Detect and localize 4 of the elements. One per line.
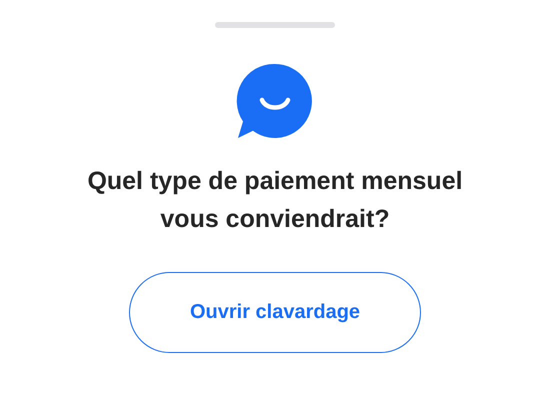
chat-bubble-icon — [236, 62, 314, 140]
question-heading: Quel type de paiement mensuel vous conviendrait? — [86, 166, 464, 235]
drag-handle[interactable] — [215, 22, 335, 28]
open-chat-button[interactable]: Ouvrir clavardage — [129, 272, 421, 353]
